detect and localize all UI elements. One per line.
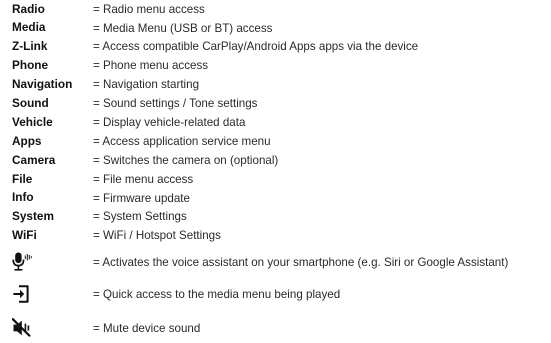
term-media: Media [12, 20, 46, 35]
legend-row-voice-assistant: = Activates the voice assistant on your … [12, 251, 508, 273]
desc-system: = System Settings [93, 210, 187, 224]
desc-wifi: = WiFi / Hotspot Settings [93, 229, 221, 243]
term-info: Info [12, 190, 34, 205]
term-vehicle: Vehicle [12, 114, 53, 129]
media-source-icon [12, 284, 93, 304]
desc-voice-assistant: = Activates the voice assistant on your … [93, 255, 509, 269]
desc-media: = Media Menu (USB or BT) access [93, 21, 273, 35]
legend-row-apps: Apps = Access application service menu [12, 132, 551, 151]
desc-file: = File menu access [93, 172, 194, 186]
term-camera: Camera [12, 152, 56, 167]
desc-navigation: = Navigation starting [93, 78, 200, 92]
term-system: System [12, 209, 54, 224]
legend-row-phone: Phone = Phone menu access [12, 57, 551, 76]
term-wifi: WiFi [12, 228, 37, 243]
voice-assistant-icon [12, 251, 93, 273]
legend-row-mute: = Mute device sound [12, 318, 200, 338]
legend-row-navigation: Navigation = Navigation starting [12, 76, 551, 95]
legend-row-system: System = System Settings [12, 208, 551, 227]
desc-mute: = Mute device sound [93, 321, 201, 335]
desc-apps: = Access application service menu [93, 134, 271, 148]
term-apps: Apps [12, 133, 42, 148]
desc-sound: = Sound settings / Tone settings [93, 97, 258, 111]
desc-z-link: = Access compatible CarPlay/Android Apps… [93, 40, 419, 54]
legend-row-z-link: Z-Link = Access compatible CarPlay/Andro… [12, 38, 551, 57]
desc-phone: = Phone menu access [93, 59, 209, 73]
term-sound: Sound [12, 96, 49, 110]
desc-vehicle: = Display vehicle-related data [93, 115, 246, 129]
term-z-link: Z-Link [12, 39, 48, 54]
desc-radio: = Radio menu access [93, 2, 205, 16]
desc-camera: = Switches the camera on (optional) [93, 153, 279, 167]
legend-row-info: Info = Firmware update [12, 189, 551, 208]
legend-row-radio: Radio = Radio menu access [12, 0, 551, 19]
term-phone: Phone [12, 58, 49, 73]
legend-row-sound: Sound = Sound settings / Tone settings [12, 94, 551, 113]
legend-row-camera: Camera = Switches the camera on (optiona… [12, 151, 551, 170]
legend-row-vehicle: Vehicle = Display vehicle-related data [12, 113, 551, 132]
legend-row-wifi: WiFi = WiFi / Hotspot Settings [12, 227, 551, 246]
desc-info: = Firmware update [93, 191, 190, 205]
mute-icon [12, 318, 93, 338]
legend-row-media: Media = Media Menu (USB or BT) access [12, 19, 551, 38]
term-navigation: Navigation [12, 77, 73, 92]
term-file: File [12, 171, 33, 186]
legend-row-media-source: = Quick access to the media menu being p… [12, 284, 340, 304]
term-radio: Radio [12, 1, 45, 16]
desc-media-source: = Quick access to the media menu being p… [93, 287, 341, 301]
legend-row-file: File = File menu access [12, 170, 551, 189]
button-legend: Radio = Radio menu access Media = Media … [12, 0, 551, 246]
